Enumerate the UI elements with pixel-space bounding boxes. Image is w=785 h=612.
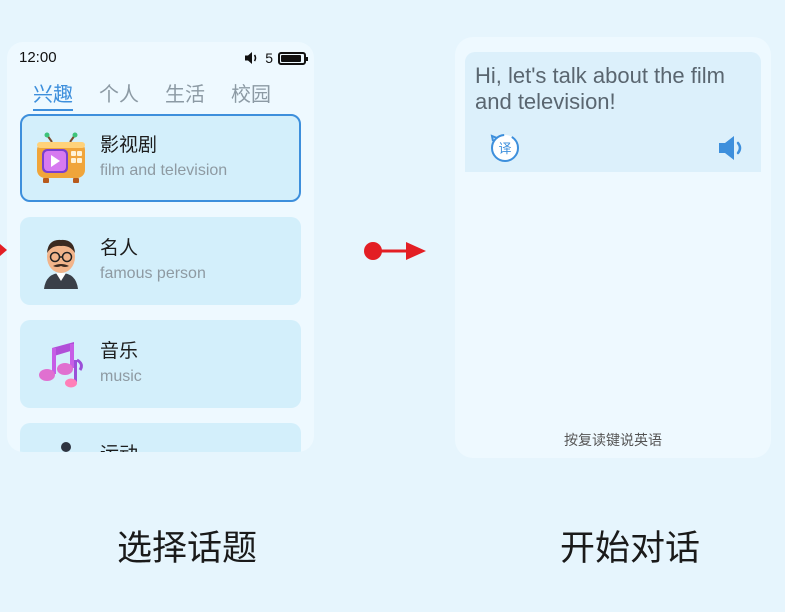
tab-life[interactable]: 生活 bbox=[165, 78, 205, 111]
topic-card-famous-person[interactable]: 名人 famous person bbox=[20, 217, 301, 305]
tab-campus[interactable]: 校园 bbox=[231, 78, 271, 111]
tab-interest[interactable]: 兴趣 bbox=[33, 78, 73, 111]
topic-card-music[interactable]: 音乐 music bbox=[20, 320, 301, 408]
topic-subtitle: music bbox=[100, 368, 142, 385]
message-bubble: Hi, let's talk about the film and televi… bbox=[465, 52, 761, 172]
topic-card-sport[interactable]: 运动 bbox=[20, 423, 301, 452]
speaker-icon[interactable] bbox=[717, 134, 749, 162]
arrow-right-icon bbox=[364, 242, 426, 260]
status-indicators: 5 bbox=[244, 50, 308, 66]
sport-person-icon bbox=[61, 442, 71, 452]
battery-icon bbox=[278, 51, 308, 65]
topic-subtitle: film and television bbox=[100, 162, 228, 179]
music-notes-icon bbox=[39, 342, 83, 388]
status-time: 12:00 bbox=[19, 49, 57, 66]
arrow-stub-icon bbox=[0, 244, 7, 256]
tab-personal[interactable]: 个人 bbox=[99, 78, 139, 111]
topic-subtitle: famous person bbox=[100, 265, 206, 282]
battery-fill bbox=[281, 54, 302, 62]
famous-person-avatar-icon bbox=[44, 239, 78, 289]
topic-title: 影视剧 bbox=[100, 135, 158, 156]
topic-card-film-tv[interactable]: 影视剧 film and television bbox=[20, 114, 301, 202]
caption-select-topic: 选择话题 bbox=[116, 529, 257, 568]
hint-text: 按复读键说英语 bbox=[564, 432, 662, 448]
conversation-screen: Hi, let's talk about the film and televi… bbox=[455, 37, 771, 458]
message-text: Hi, let's talk about the film and televi… bbox=[475, 63, 725, 114]
topic-title: 音乐 bbox=[100, 341, 139, 362]
volume-icon bbox=[245, 52, 257, 64]
translate-glyph: 译 bbox=[498, 142, 511, 157]
volume-level: 5 bbox=[265, 50, 273, 66]
topic-title: 名人 bbox=[100, 238, 139, 259]
category-tabs: 兴趣 个人 生活 校园 bbox=[33, 78, 271, 111]
topic-select-screen: 12:00 5 兴趣 个人 生活 校园 影视剧 film and televis… bbox=[7, 42, 314, 452]
tv-icon bbox=[37, 132, 85, 183]
topic-title: 运动 bbox=[100, 439, 138, 452]
caption-start-conversation: 开始对话 bbox=[559, 529, 700, 568]
translate-icon[interactable]: 译 bbox=[489, 132, 521, 164]
status-bar: 12:00 5 bbox=[7, 42, 314, 76]
